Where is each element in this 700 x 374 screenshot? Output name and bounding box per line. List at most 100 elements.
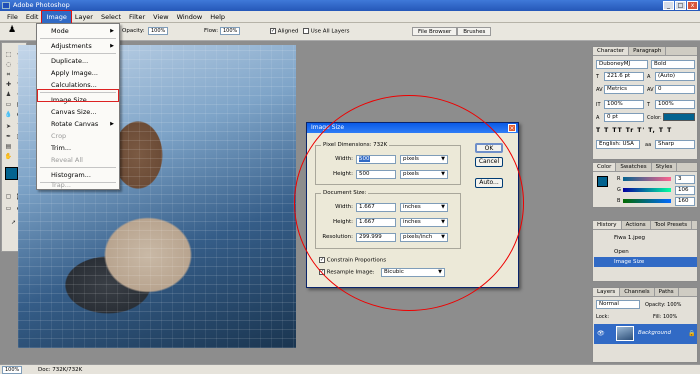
menu-item-canvas-size[interactable]: Canvas Size...: [37, 106, 119, 118]
baseline-field[interactable]: 0 pt: [604, 113, 644, 122]
g-slider[interactable]: [623, 188, 671, 192]
image-menu: Mode ▶ Adjustments ▶ Duplicate... Apply Im…: [36, 23, 120, 190]
tab-file-browser[interactable]: File Browser: [412, 27, 458, 36]
font-size-field[interactable]: 221.6 pt: [604, 72, 644, 81]
pen-tool-icon[interactable]: ✒: [4, 133, 13, 141]
g-label: G: [617, 187, 621, 193]
antialias-select[interactable]: Sharp: [655, 140, 695, 149]
blend-mode-select[interactable]: Normal: [596, 300, 640, 309]
kerning-field[interactable]: Metrics: [604, 85, 644, 94]
tab-paths[interactable]: Paths: [655, 288, 679, 296]
tab-color[interactable]: Color: [593, 163, 617, 171]
menu-select[interactable]: Select: [97, 11, 125, 23]
lasso-tool-icon[interactable]: ◌: [4, 61, 13, 69]
menu-item-trim[interactable]: Trim...: [37, 142, 119, 154]
menu-help[interactable]: Help: [206, 11, 229, 23]
font-family-select[interactable]: DuboneyMJ: [596, 60, 648, 69]
font-size-icon: T: [596, 74, 600, 80]
r-slider[interactable]: [623, 177, 671, 181]
clone-stamp-icon[interactable]: ♟: [4, 91, 13, 99]
tab-channels[interactable]: Channels: [620, 288, 655, 296]
hand-tool-icon[interactable]: ✋: [4, 153, 13, 161]
tab-paragraph[interactable]: Paragraph: [629, 47, 667, 55]
use-all-layers-checkbox[interactable]: [303, 28, 309, 34]
character-panel: Character Paragraph DuboneyMJ Bold T 221.…: [592, 46, 698, 160]
standard-mode-icon[interactable]: ▢: [4, 193, 13, 201]
opacity-field[interactable]: 100%: [148, 27, 169, 35]
tab-brushes[interactable]: Brushes: [457, 27, 492, 36]
marquee-tool-icon[interactable]: ⬚: [4, 51, 13, 59]
layer-opacity[interactable]: Opacity: 100%: [645, 302, 681, 308]
image-size-highlight: [37, 89, 119, 102]
tracking-field[interactable]: 0: [655, 85, 695, 94]
window-title: Adobe Photoshop: [13, 1, 70, 9]
notes-tool-icon[interactable]: ▤: [4, 143, 13, 151]
tab-history[interactable]: History: [593, 221, 622, 229]
zoom-field[interactable]: 100%: [2, 366, 23, 374]
menu-item-duplicate[interactable]: Duplicate...: [37, 55, 119, 67]
lock-icon: 🔒: [688, 330, 696, 337]
tab-character[interactable]: Character: [593, 47, 630, 55]
crop-tool-icon[interactable]: ⌗: [4, 71, 13, 79]
vertical-scale-field[interactable]: 100%: [604, 100, 644, 109]
text-color-swatch[interactable]: [663, 113, 695, 121]
eraser-tool-icon[interactable]: ▭: [4, 101, 13, 109]
font-style-select[interactable]: Bold: [651, 60, 695, 69]
horizontal-scale-field[interactable]: 100%: [655, 100, 695, 109]
tab-styles[interactable]: Styles: [652, 163, 678, 171]
menu-window[interactable]: Window: [173, 11, 207, 23]
tab-tool-presets[interactable]: Tool Presets: [651, 221, 693, 229]
baseline-icon: A: [596, 115, 600, 121]
heal-tool-icon[interactable]: ✚: [4, 81, 13, 89]
path-select-icon[interactable]: ➤: [4, 123, 13, 131]
menu-item-reveal-all: Reveal All: [51, 156, 83, 164]
close-button[interactable]: x: [687, 1, 698, 10]
jump-to-imageready-icon[interactable]: ➚: [9, 219, 18, 227]
dialog-close-icon[interactable]: ×: [508, 124, 516, 132]
visibility-eye-icon[interactable]: 👁: [597, 330, 605, 337]
layers-panel: Layers Channels Paths Normal Opacity: 100%…: [592, 287, 698, 363]
menu-view[interactable]: View: [149, 11, 172, 23]
text-style-buttons[interactable]: T T TT Tr T' T, T T: [596, 127, 672, 134]
history-step-image-size[interactable]: Image Size: [594, 257, 697, 267]
menu-file[interactable]: File: [3, 11, 22, 23]
menu-filter[interactable]: Filter: [125, 11, 149, 23]
menu-edit[interactable]: Edit: [22, 11, 43, 23]
aligned-checkbox[interactable]: ✓: [270, 28, 276, 34]
menu-layer[interactable]: Layer: [71, 11, 97, 23]
language-select[interactable]: English: USA: [596, 140, 640, 149]
text-color-label: Color:: [647, 115, 662, 121]
fg-color-swatch[interactable]: [597, 176, 608, 187]
history-snapshot[interactable]: Fiwa 1.jpeg: [594, 233, 697, 243]
layer-fill[interactable]: Fill: 100%: [653, 314, 677, 320]
b-slider[interactable]: [623, 199, 671, 203]
b-value[interactable]: 160: [675, 197, 695, 206]
menu-item-rotate-canvas[interactable]: Rotate Canvas ▶: [37, 118, 119, 130]
g-value[interactable]: 106: [675, 186, 695, 195]
layer-thumbnail: [616, 326, 634, 341]
menu-bar: File Edit Image Layer Select Filter View…: [0, 9, 700, 24]
foreground-color-swatch[interactable]: [5, 167, 18, 180]
leading-icon: A: [647, 74, 651, 80]
menu-image[interactable]: Image: [41, 9, 72, 24]
menu-item-adjustments[interactable]: Adjustments ▶: [37, 40, 119, 52]
history-step-open[interactable]: Open: [594, 247, 697, 257]
flow-field[interactable]: 100%: [220, 27, 241, 35]
tab-actions[interactable]: Actions: [622, 221, 651, 229]
minimize-button[interactable]: _: [663, 1, 674, 10]
r-value[interactable]: 3: [675, 175, 695, 184]
blur-tool-icon[interactable]: 💧: [4, 111, 13, 119]
layer-row-background[interactable]: 👁 Background 🔒: [594, 324, 697, 344]
tab-swatches[interactable]: Swatches: [616, 163, 652, 171]
menu-item-mode[interactable]: Mode ▶: [37, 25, 119, 37]
maximize-button[interactable]: □: [675, 1, 686, 10]
leading-field[interactable]: (Auto): [655, 72, 695, 81]
lock-label: Lock:: [596, 314, 610, 320]
menu-item-trap: Trap...: [51, 181, 71, 189]
tab-layers[interactable]: Layers: [593, 288, 621, 296]
stamp-tool-icon[interactable]: ♟: [8, 25, 16, 35]
layer-name: Background: [638, 330, 671, 336]
screen-mode-icon[interactable]: ▭: [4, 205, 13, 213]
menu-item-apply-image[interactable]: Apply Image...: [37, 67, 119, 79]
title-bar: Adobe Photoshop _ □ x: [0, 0, 700, 11]
